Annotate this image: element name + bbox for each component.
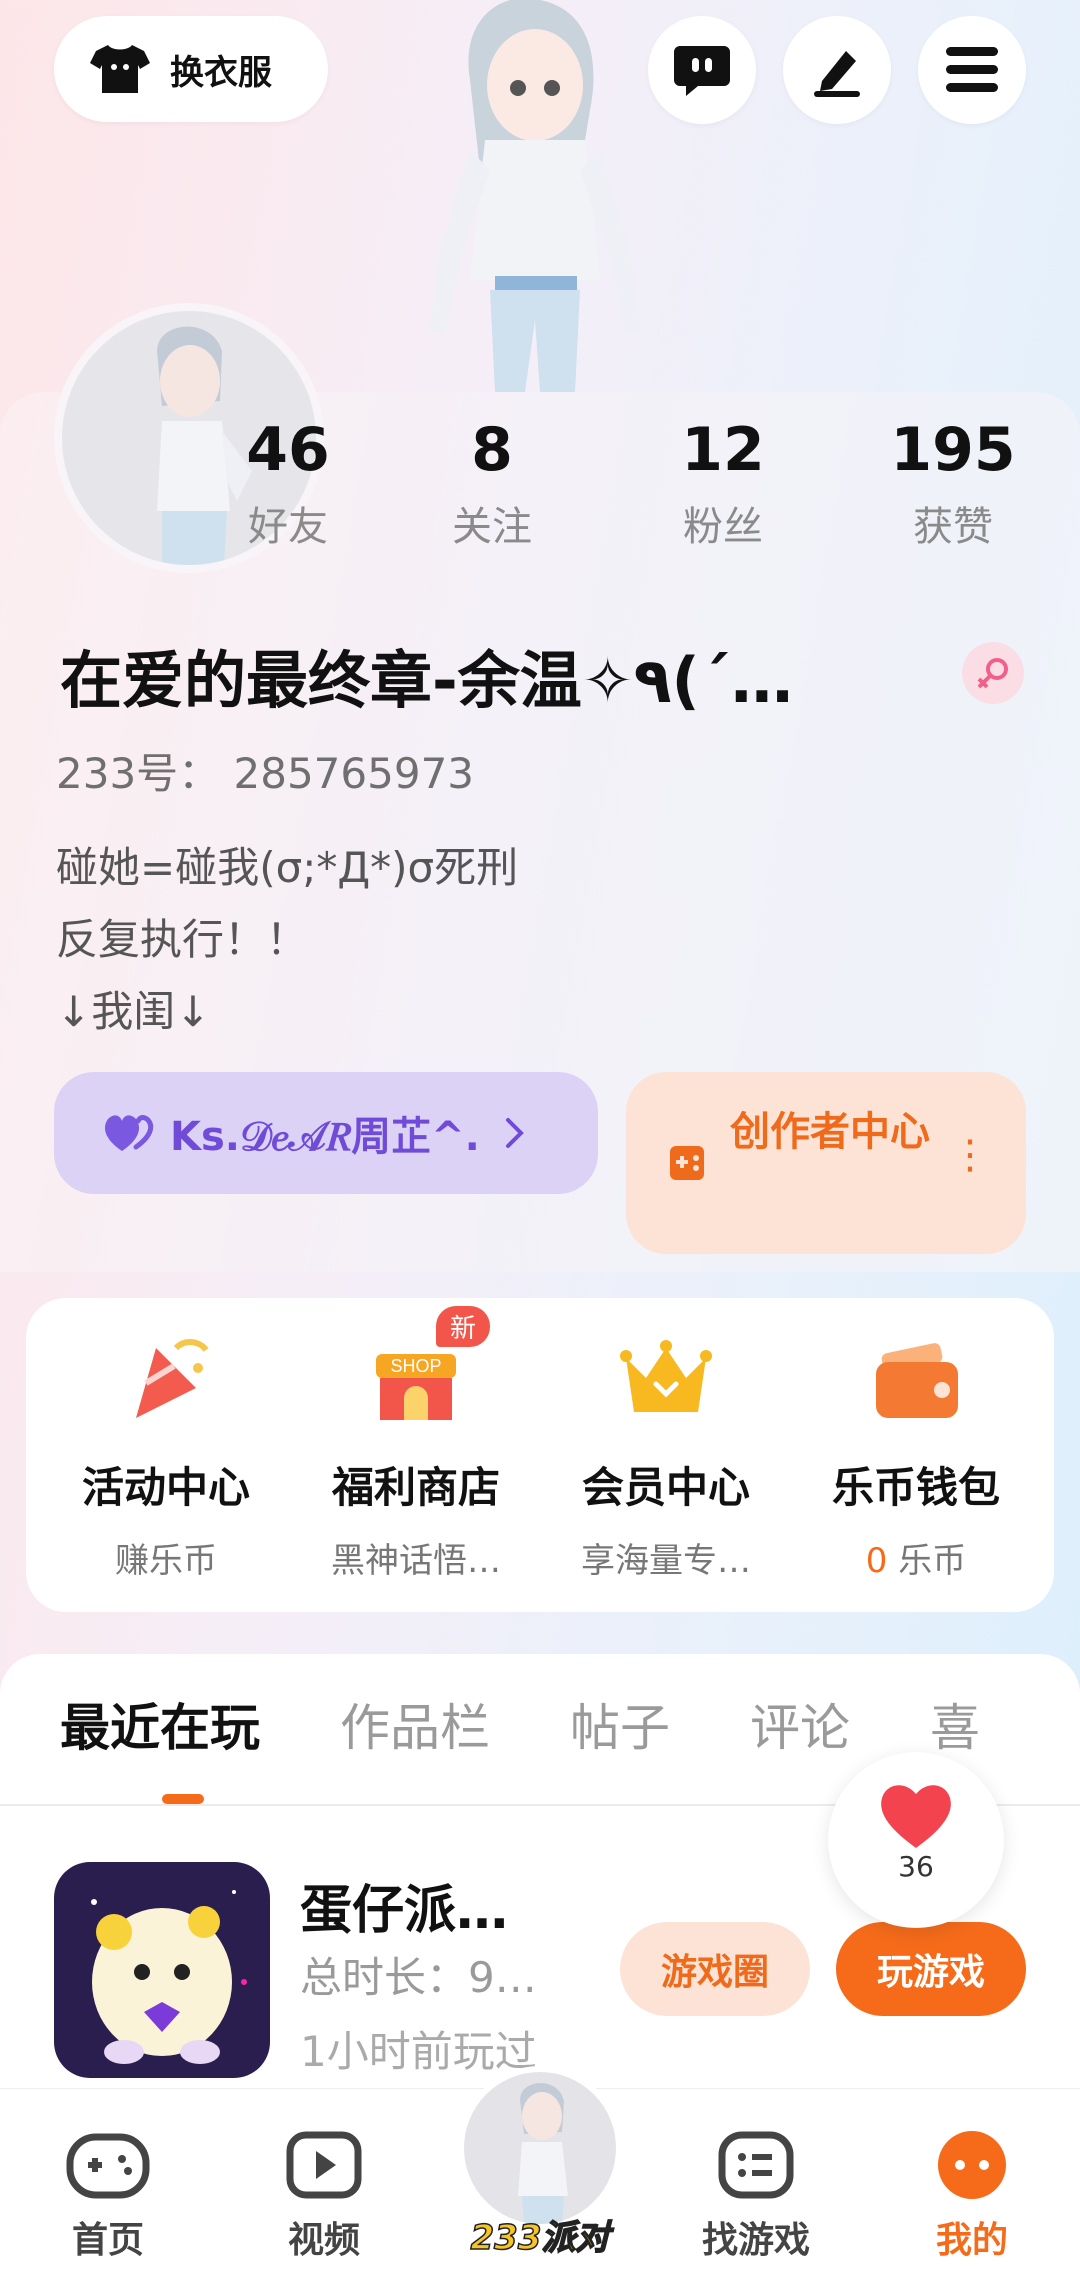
stat-value: 195 [890,415,1016,485]
quick-action-title: 活动中心 [81,1463,250,1512]
game-name: 蛋仔派… [300,1881,509,1941]
shirt-icon [90,45,150,93]
bio: 碰她=碰我(σ;*Д*)σ死刑 反复执行！！ ↓我闺↓ [56,832,518,1048]
coin-unit: 乐币 [898,1541,967,1581]
edit-profile-button[interactable] [783,16,891,124]
hamburger-menu-icon [946,47,998,92]
nav-label: 视频 [287,2220,360,2261]
like-count: 36 [898,1850,934,1883]
stat-followers[interactable]: 12 粉丝 [623,412,823,552]
user-id: 233号： 285765973 [56,749,475,798]
shop-icon: SHOP 新 [366,1306,490,1428]
play-game-button[interactable]: 玩游戏 [836,1922,1026,2016]
bio-line: 反复执行！！ [56,915,309,964]
female-gender-icon [962,642,1024,704]
chevron-right-icon [505,1118,524,1148]
creator-center-label: 创作者中心 [730,1109,930,1155]
stat-friends[interactable]: 46 好友 [188,412,388,552]
double-heart-icon [104,1115,154,1151]
quick-action-title: 乐币钱包 [831,1463,1000,1512]
stat-label: 关注 [452,504,532,550]
pencil-icon [814,51,860,97]
nav-label: 找游戏 [701,2220,810,2261]
nav-label: 首页 [71,2220,144,2261]
quick-action-subtitle: 黑神话悟… [331,1541,501,1581]
like-button[interactable]: 36 [828,1752,1004,1928]
change-outfit-button[interactable]: 换衣服 [54,16,328,122]
tab-works[interactable]: 作品栏 [340,1688,490,1768]
nav-mine[interactable]: 我的 [882,2129,1062,2263]
chat-button[interactable] [648,16,756,124]
change-outfit-label: 换衣服 [170,52,272,93]
video-play-icon [286,2131,362,2199]
stat-value: 12 [681,415,765,485]
active-tab-indicator [162,1794,204,1804]
nav-label: 我的 [935,2220,1008,2261]
quick-actions-card: 活动中心 赚乐币 SHOP 新 福利商店 黑神话悟… 会员中心 享海量专… 乐币… [26,1298,1054,1612]
tab-recently-played[interactable]: 最近在玩 [60,1688,260,1768]
tab-posts[interactable]: 帖子 [570,1688,670,1768]
gamepad-icon [66,2133,150,2199]
quick-action-title: 会员中心 [581,1463,750,1512]
nav-find-games[interactable]: 找游戏 [666,2129,846,2263]
game-circle-button[interactable]: 游戏圈 [620,1922,810,2016]
avatar-character [400,0,660,392]
nav-home[interactable]: 首页 [18,2129,198,2263]
stat-label: 粉丝 [683,504,763,550]
stat-following[interactable]: 8 关注 [392,412,592,552]
member-center-button[interactable]: 会员中心 享海量专… [546,1328,786,1582]
nav-video[interactable]: 视频 [234,2129,414,2263]
stat-label: 好友 [248,504,328,550]
heart-icon [881,1785,951,1848]
svg-text:SHOP: SHOP [390,1356,441,1376]
ks-relationship-pill[interactable]: Ks.𝒟𝑒𝒜𝑅周芷^. [54,1072,598,1194]
coin-balance: 0 [865,1541,888,1581]
menu-button[interactable] [918,16,1026,124]
chat-icon [674,46,730,96]
stat-label: 获赞 [913,504,993,550]
welfare-shop-button[interactable]: SHOP 新 福利商店 黑神话悟… [296,1306,536,1582]
stat-value: 46 [246,415,330,485]
quick-action-subtitle: 0 乐币 [796,1533,1036,1582]
creator-center-button[interactable]: 创作者中心 ⋮ [626,1072,1026,1254]
profile-face-icon [938,2131,1006,2199]
bio-line: ↓我闺↓ [56,987,211,1036]
nickname: 在爱的最终章-余温✧٩(ˊ… [60,644,793,717]
stat-likes[interactable]: 195 获赞 [853,412,1053,552]
creator-icon [670,1146,704,1180]
quick-action-subtitle: 赚乐币 [115,1541,217,1581]
more-icon: ⋮ [950,1132,990,1178]
new-badge: 新 [435,1306,490,1347]
wallet-icon [866,1328,966,1428]
coin-wallet-button[interactable]: 乐币钱包 0 乐币 [796,1328,1036,1582]
crown-icon [616,1328,716,1428]
stat-value: 8 [471,415,513,485]
game-last-played: 1小时前玩过 [300,2027,537,2076]
game-playtime: 总时长：9… [300,1953,537,2002]
party-label: 233派对 [470,2217,610,2259]
ks-label: Ks.𝒟𝑒𝒜𝑅周芷^. [170,1114,480,1160]
party-avatar-button[interactable] [458,2066,622,2230]
bio-line: 碰她=碰我(σ;*Д*)σ死刑 [56,843,519,892]
quick-action-subtitle: 享海量专… [581,1541,751,1581]
party-popper-icon [116,1328,216,1428]
quick-action-title: 福利商店 [331,1463,500,1512]
activity-center-button[interactable]: 活动中心 赚乐币 [46,1328,286,1582]
game-icon[interactable] [54,1862,270,2078]
list-icon [718,2131,794,2199]
